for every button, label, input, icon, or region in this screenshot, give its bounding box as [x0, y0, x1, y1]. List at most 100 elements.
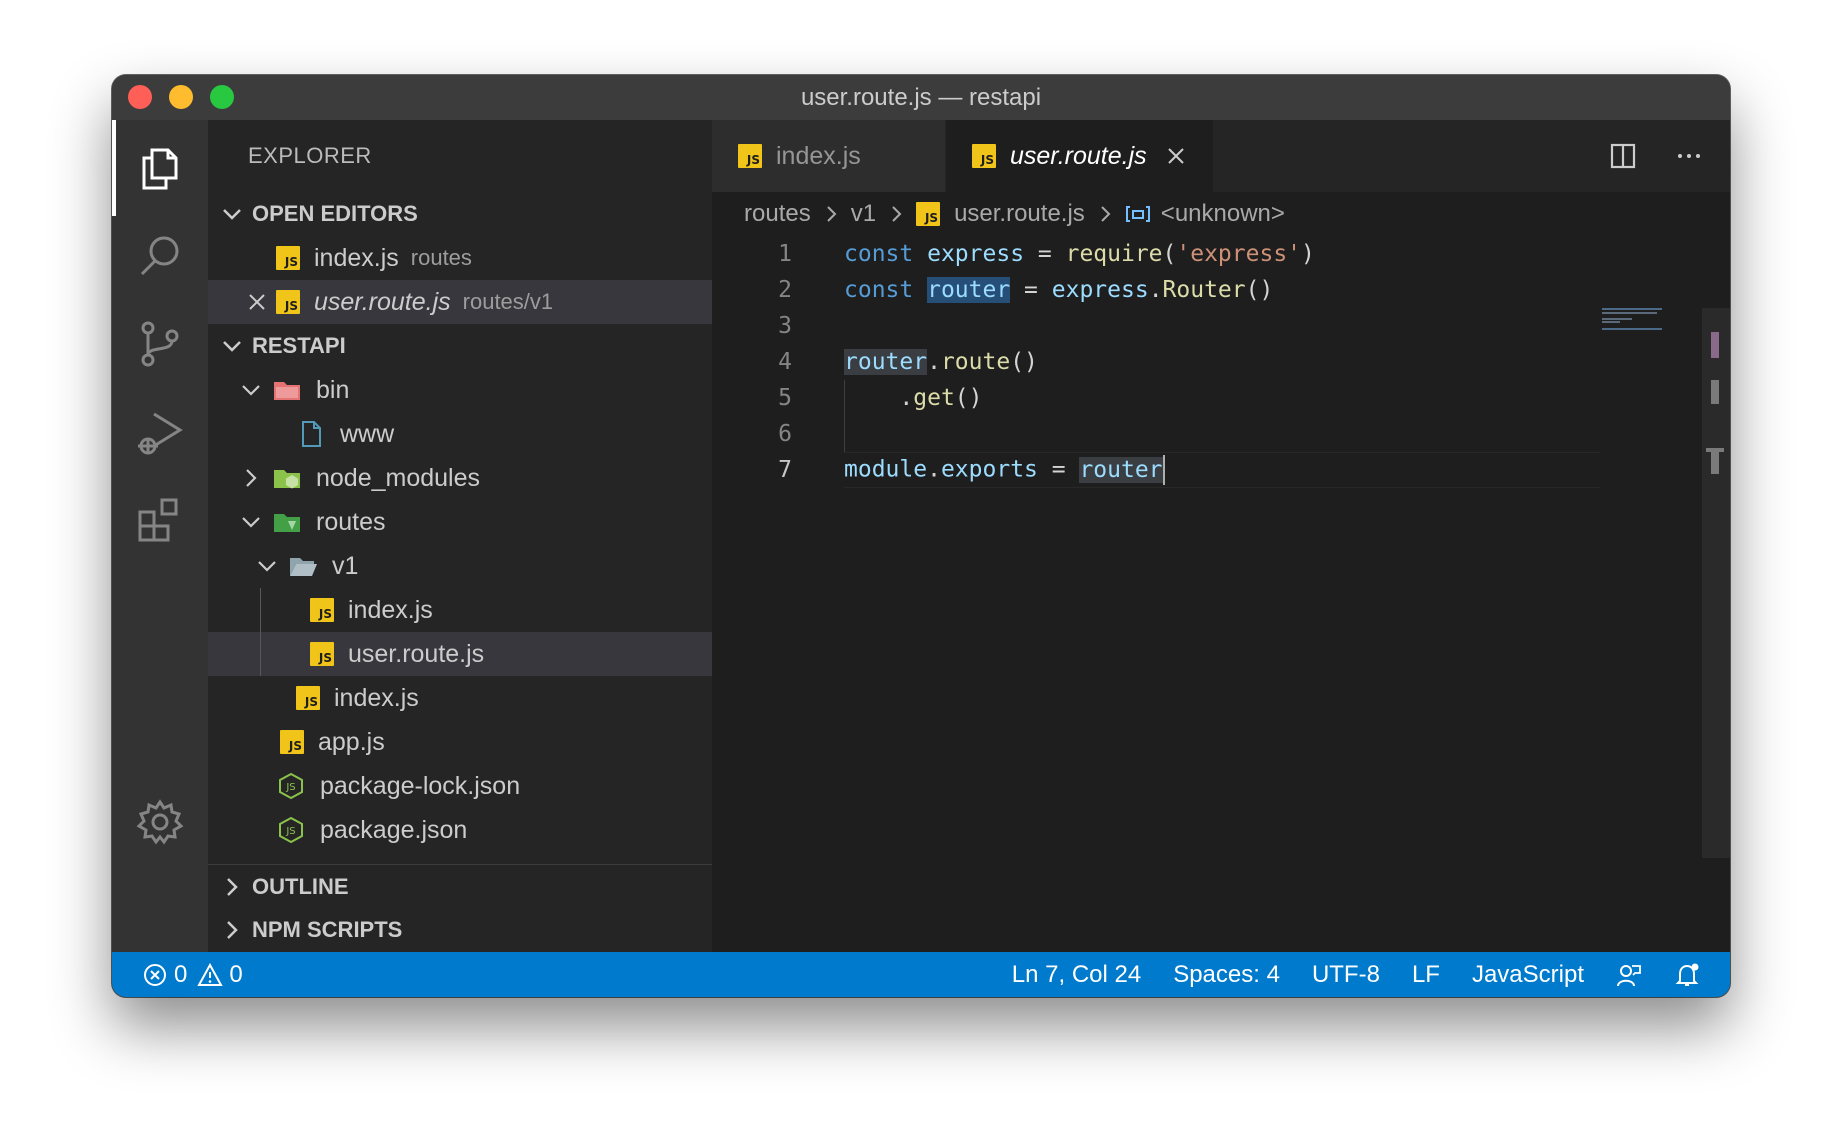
folder-open-icon — [290, 558, 317, 576]
tree-folder-node-modules[interactable]: node_modules — [208, 456, 712, 500]
line-number: 1 — [778, 241, 792, 267]
status-bar: 0 0 Ln 7, Col 24 Spaces: 4 UTF-8 LF Java… — [112, 952, 1730, 997]
extensions-icon[interactable] — [112, 472, 208, 568]
vscode-window: user.route.js — restapi EXPLORER OPEN ED… — [112, 75, 1730, 997]
breadcrumb-item[interactable]: v1 — [851, 200, 876, 228]
tree-file-app-js[interactable]: JS app.js — [208, 720, 712, 764]
chevron-right-icon — [892, 206, 902, 222]
feedback-icon[interactable] — [1616, 962, 1642, 988]
problems-indicator[interactable]: 0 0 — [112, 961, 243, 989]
js-file-icon: JS — [276, 290, 300, 314]
split-editor-icon[interactable] — [1608, 141, 1638, 171]
end-of-line[interactable]: LF — [1412, 961, 1440, 989]
line-number: 5 — [778, 385, 792, 411]
open-editors-header[interactable]: OPEN EDITORS — [208, 192, 712, 236]
tree-item-label: package-lock.json — [320, 771, 521, 800]
tree-file-user-route-js[interactable]: JS user.route.js — [208, 632, 712, 676]
indentation[interactable]: Spaces: 4 — [1173, 961, 1280, 989]
breadcrumb-item[interactable]: user.route.js — [954, 200, 1085, 228]
tab-index-js[interactable]: JS index.js — [712, 120, 946, 192]
open-editor-path: routes/v1 — [462, 289, 554, 314]
tree-folder-bin[interactable]: bin — [208, 368, 712, 412]
outline-label: OUTLINE — [252, 873, 349, 899]
tree-item-label: node_modules — [316, 463, 481, 492]
sidebar-title: EXPLORER — [248, 143, 372, 168]
close-window-button[interactable] — [128, 85, 152, 109]
chevron-down-icon — [242, 517, 260, 528]
line-number: 2 — [778, 277, 792, 303]
tree-file-index-js[interactable]: JS index.js — [208, 588, 712, 632]
open-editors-label: OPEN EDITORS — [252, 201, 418, 226]
folder-node-icon — [274, 470, 300, 489]
collapsed-sections: OUTLINE NPM SCRIPTS — [208, 864, 712, 952]
encoding[interactable]: UTF-8 — [1312, 961, 1380, 989]
text-cursor — [1162, 455, 1165, 485]
tree-file-package-lock-json[interactable]: JS package-lock.json — [208, 764, 712, 808]
source-control-icon[interactable] — [112, 296, 208, 392]
chevron-down-icon — [242, 385, 260, 396]
status-right-group: Ln 7, Col 24 Spaces: 4 UTF-8 LF JavaScri… — [1012, 952, 1700, 997]
settings-gear-icon[interactable] — [112, 774, 208, 870]
breadcrumb-item[interactable]: <unknown> — [1161, 200, 1285, 228]
tree-item-label: user.route.js — [348, 639, 485, 668]
code-text: router.route() — [844, 349, 1038, 375]
tree-item-label: v1 — [332, 551, 359, 580]
chevron-right-icon — [246, 469, 257, 487]
tab-user-route-js[interactable]: JS user.route.js — [946, 120, 1214, 192]
explorer-icon[interactable] — [112, 120, 208, 216]
line-number: 3 — [778, 313, 792, 339]
js-file-icon: JS — [310, 642, 334, 666]
code-editor[interactable]: 1 const express = require('express') 2 c… — [712, 236, 1730, 488]
close-icon[interactable] — [246, 291, 268, 313]
restapi-header[interactable]: RESTAPI — [208, 324, 712, 368]
search-icon[interactable] — [112, 208, 208, 304]
code-line: 1 const express = require('express') — [712, 236, 1730, 272]
npm-scripts-header[interactable]: NPM SCRIPTS — [208, 908, 712, 952]
window-title: user.route.js — restapi — [800, 83, 1042, 111]
nodejs-icon: JS — [279, 772, 303, 800]
indent-guide — [844, 416, 845, 452]
warning-count: 0 — [229, 960, 243, 988]
code-line: 5 .get() — [712, 380, 1730, 416]
explorer-sidebar: EXPLORER OPEN EDITORS JS index.js routes… — [208, 120, 712, 952]
js-file-icon: JS — [738, 144, 762, 168]
title-bar: user.route.js — restapi — [112, 75, 1730, 120]
editor-actions — [1608, 120, 1704, 192]
scroll-marker — [1711, 448, 1719, 474]
tree-file-routes-index-js[interactable]: JS index.js — [208, 676, 712, 720]
zoom-window-button[interactable] — [210, 85, 234, 109]
outline-header[interactable]: OUTLINE — [208, 864, 712, 908]
tree-folder-routes[interactable]: routes — [208, 500, 712, 544]
language-mode[interactable]: JavaScript — [1472, 961, 1584, 989]
run-debug-icon[interactable] — [112, 384, 208, 480]
more-actions-icon[interactable] — [1674, 141, 1704, 171]
open-editor-path: routes — [410, 245, 472, 270]
window-controls — [128, 85, 234, 109]
scroll-marker — [1711, 380, 1719, 404]
tab-label: index.js — [776, 141, 861, 170]
tree-item-label: app.js — [318, 727, 385, 756]
breadcrumb-item[interactable]: routes — [744, 200, 811, 228]
minimize-window-button[interactable] — [169, 85, 193, 109]
close-icon[interactable] — [1165, 145, 1187, 167]
js-file-icon: JS — [276, 246, 300, 270]
tree-file-package-json[interactable]: JS package.json — [208, 808, 712, 852]
notifications-bell-icon[interactable] — [1674, 962, 1700, 988]
vertical-scrollbar[interactable] — [1702, 308, 1730, 858]
tree-item-label: package.json — [320, 815, 468, 844]
open-editor-item-active[interactable]: JS user.route.js routes/v1 — [208, 280, 712, 324]
chevron-down-icon — [258, 561, 276, 572]
code-line: 6 — [712, 416, 1730, 452]
tree-file-www[interactable]: www — [208, 412, 712, 456]
js-file-icon: JS — [280, 730, 304, 754]
open-editor-name: user.route.js — [314, 287, 451, 316]
tree-folder-v1[interactable]: v1 — [208, 544, 712, 588]
svg-text:JS: JS — [285, 782, 295, 793]
cursor-position[interactable]: Ln 7, Col 24 — [1012, 961, 1141, 989]
minimap[interactable] — [1602, 308, 1702, 338]
editor-area: JS index.js JS user.route.js routes v1 J… — [712, 120, 1730, 952]
open-editor-item[interactable]: JS index.js routes — [208, 236, 712, 280]
code-text: module.exports = router — [844, 455, 1165, 485]
js-file-icon: JS — [972, 144, 996, 168]
line-number: 7 — [778, 457, 792, 483]
